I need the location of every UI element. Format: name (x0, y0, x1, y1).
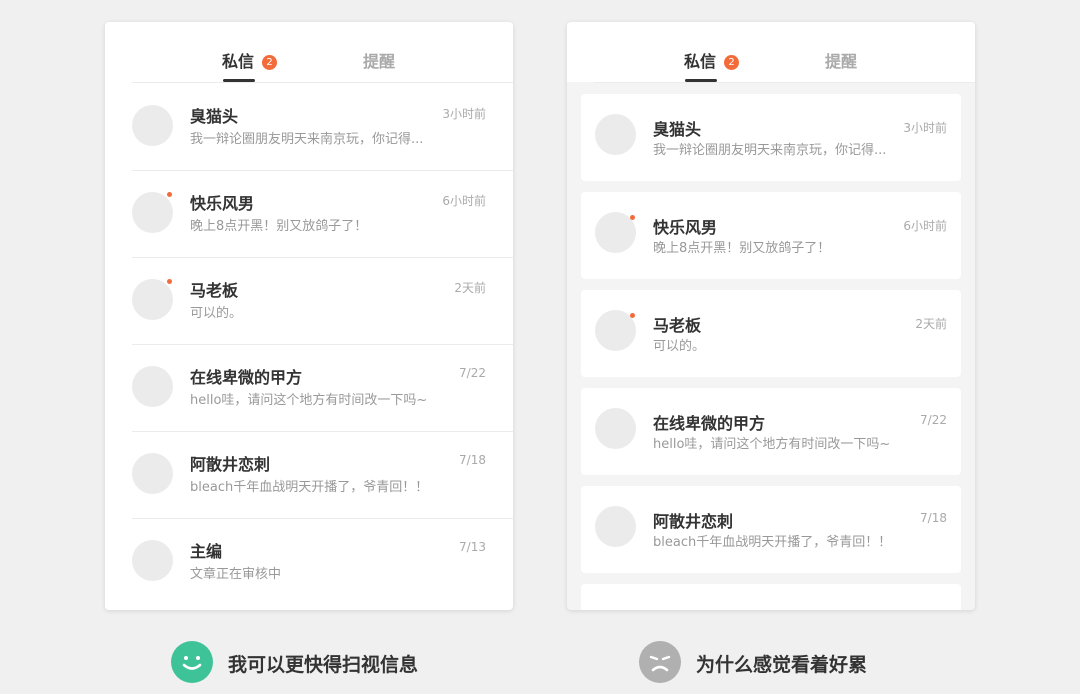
unread-count-badge: 2 (724, 55, 739, 70)
message-preview: bleach千年血战明天开播了，爷青回！！ (190, 480, 429, 495)
message-preview: 可以的。 (190, 306, 243, 321)
avatar (132, 279, 173, 320)
caption-positive: 我可以更快得扫视信息 (171, 641, 471, 683)
contact-name: 在线卑微的甲方 (653, 414, 766, 433)
list-item[interactable]: 快乐风男 晚上8点开黑！别又放鸽子了！ 6小时前 (132, 170, 513, 258)
avatar (132, 366, 173, 407)
avatar (595, 506, 636, 547)
tab-direct-messages[interactable]: 私信 (684, 52, 716, 72)
tab-bar-divider (594, 82, 975, 83)
unread-dot (630, 215, 635, 220)
message-time: 2天前 (454, 281, 486, 295)
list-card[interactable]: 在线卑微的甲方 hello哇，请问这个地方有时间改一下吗~ 7/22 (581, 388, 961, 475)
avatar (132, 192, 173, 233)
caption-negative: 为什么感觉看着好累 (639, 641, 939, 683)
message-panel-divider-style: 私信 2 提醒 臭猫头 我一辩论圈朋友明天来南京玩，你记得... 3小时前 快乐… (105, 22, 513, 610)
message-time: 3小时前 (903, 121, 947, 135)
message-panel-card-style: 私信 2 提醒 臭猫头 我一辩论圈朋友明天来南京玩，你记得... 3小时前 快乐… (567, 22, 975, 610)
tab-reminders[interactable]: 提醒 (363, 52, 395, 72)
message-time: 3小时前 (442, 107, 486, 121)
message-preview: hello哇，请问这个地方有时间改一下吗~ (190, 393, 428, 408)
list-item[interactable]: 在线卑微的甲方 hello哇，请问这个地方有时间改一下吗~ 7/22 (132, 344, 513, 432)
tab-bar: 私信 2 提醒 (567, 22, 975, 82)
avatar (595, 408, 636, 449)
smile-face-icon (171, 641, 213, 683)
message-time: 7/22 (920, 413, 947, 427)
avatar (132, 453, 173, 494)
caption-positive-text: 我可以更快得扫视信息 (228, 654, 419, 676)
tab-direct-messages[interactable]: 私信 (222, 52, 254, 72)
contact-name: 主编 (190, 542, 223, 561)
unread-dot (630, 313, 635, 318)
tab-reminders[interactable]: 提醒 (825, 52, 857, 72)
message-time: 7/18 (459, 453, 486, 467)
list-card[interactable]: 快乐风男 晚上8点开黑！别又放鸽子了！ 6小时前 (581, 192, 961, 279)
contact-name: 快乐风男 (653, 218, 718, 237)
list-card[interactable]: 臭猫头 我一辩论圈朋友明天来南京玩，你记得... 3小时前 (581, 94, 961, 181)
list-card[interactable]: 阿散井恋刺 bleach千年血战明天开播了，爷青回！！ 7/18 (581, 486, 961, 573)
message-preview: 我一辩论圈朋友明天来南京玩，你记得... (653, 143, 887, 158)
list-item[interactable]: 臭猫头 我一辩论圈朋友明天来南京玩，你记得... 3小时前 (132, 83, 513, 171)
message-preview: bleach千年血战明天开播了，爷青回！！ (653, 535, 892, 550)
message-preview: 晚上8点开黑！别又放鸽子了！ (653, 241, 831, 256)
message-preview: 可以的。 (653, 339, 706, 354)
avatar (132, 105, 173, 146)
contact-name: 臭猫头 (653, 120, 702, 139)
list-item[interactable]: 主编 文章正在审核中 7/13 (132, 518, 513, 605)
contact-name: 臭猫头 (190, 107, 239, 126)
message-time: 2天前 (915, 317, 947, 331)
message-preview: hello哇，请问这个地方有时间改一下吗~ (653, 437, 891, 452)
message-time: 7/13 (459, 540, 486, 554)
sad-face-icon (639, 641, 681, 683)
unread-dot (167, 192, 172, 197)
avatar (595, 114, 636, 155)
contact-name: 阿散井恋刺 (190, 455, 271, 474)
list-card[interactable]: 马老板 可以的。 2天前 (581, 290, 961, 377)
unread-count-badge: 2 (262, 55, 277, 70)
message-time: 7/22 (459, 366, 486, 380)
message-time: 6小时前 (442, 194, 486, 208)
unread-dot (167, 279, 172, 284)
tab-bar: 私信 2 提醒 (105, 22, 513, 82)
message-time: 6小时前 (903, 219, 947, 233)
message-time: 7/18 (920, 511, 947, 525)
contact-name: 在线卑微的甲方 (190, 368, 303, 387)
contact-name: 阿散井恋刺 (653, 512, 734, 531)
list-item[interactable]: 阿散井恋刺 bleach千年血战明天开播了，爷青回！！ 7/18 (132, 431, 513, 519)
message-preview: 晚上8点开黑！别又放鸽子了！ (190, 219, 368, 234)
contact-name: 快乐风男 (190, 194, 255, 213)
message-preview: 文章正在审核中 (190, 567, 282, 582)
caption-negative-text: 为什么感觉看着好累 (696, 654, 868, 676)
message-preview: 我一辩论圈朋友明天来南京玩，你记得... (190, 132, 424, 147)
list-item[interactable]: 马老板 可以的。 2天前 (132, 257, 513, 345)
avatar (132, 540, 173, 581)
list-card-partial[interactable] (581, 584, 961, 610)
contact-name: 马老板 (653, 316, 702, 335)
contact-name: 马老板 (190, 281, 239, 300)
